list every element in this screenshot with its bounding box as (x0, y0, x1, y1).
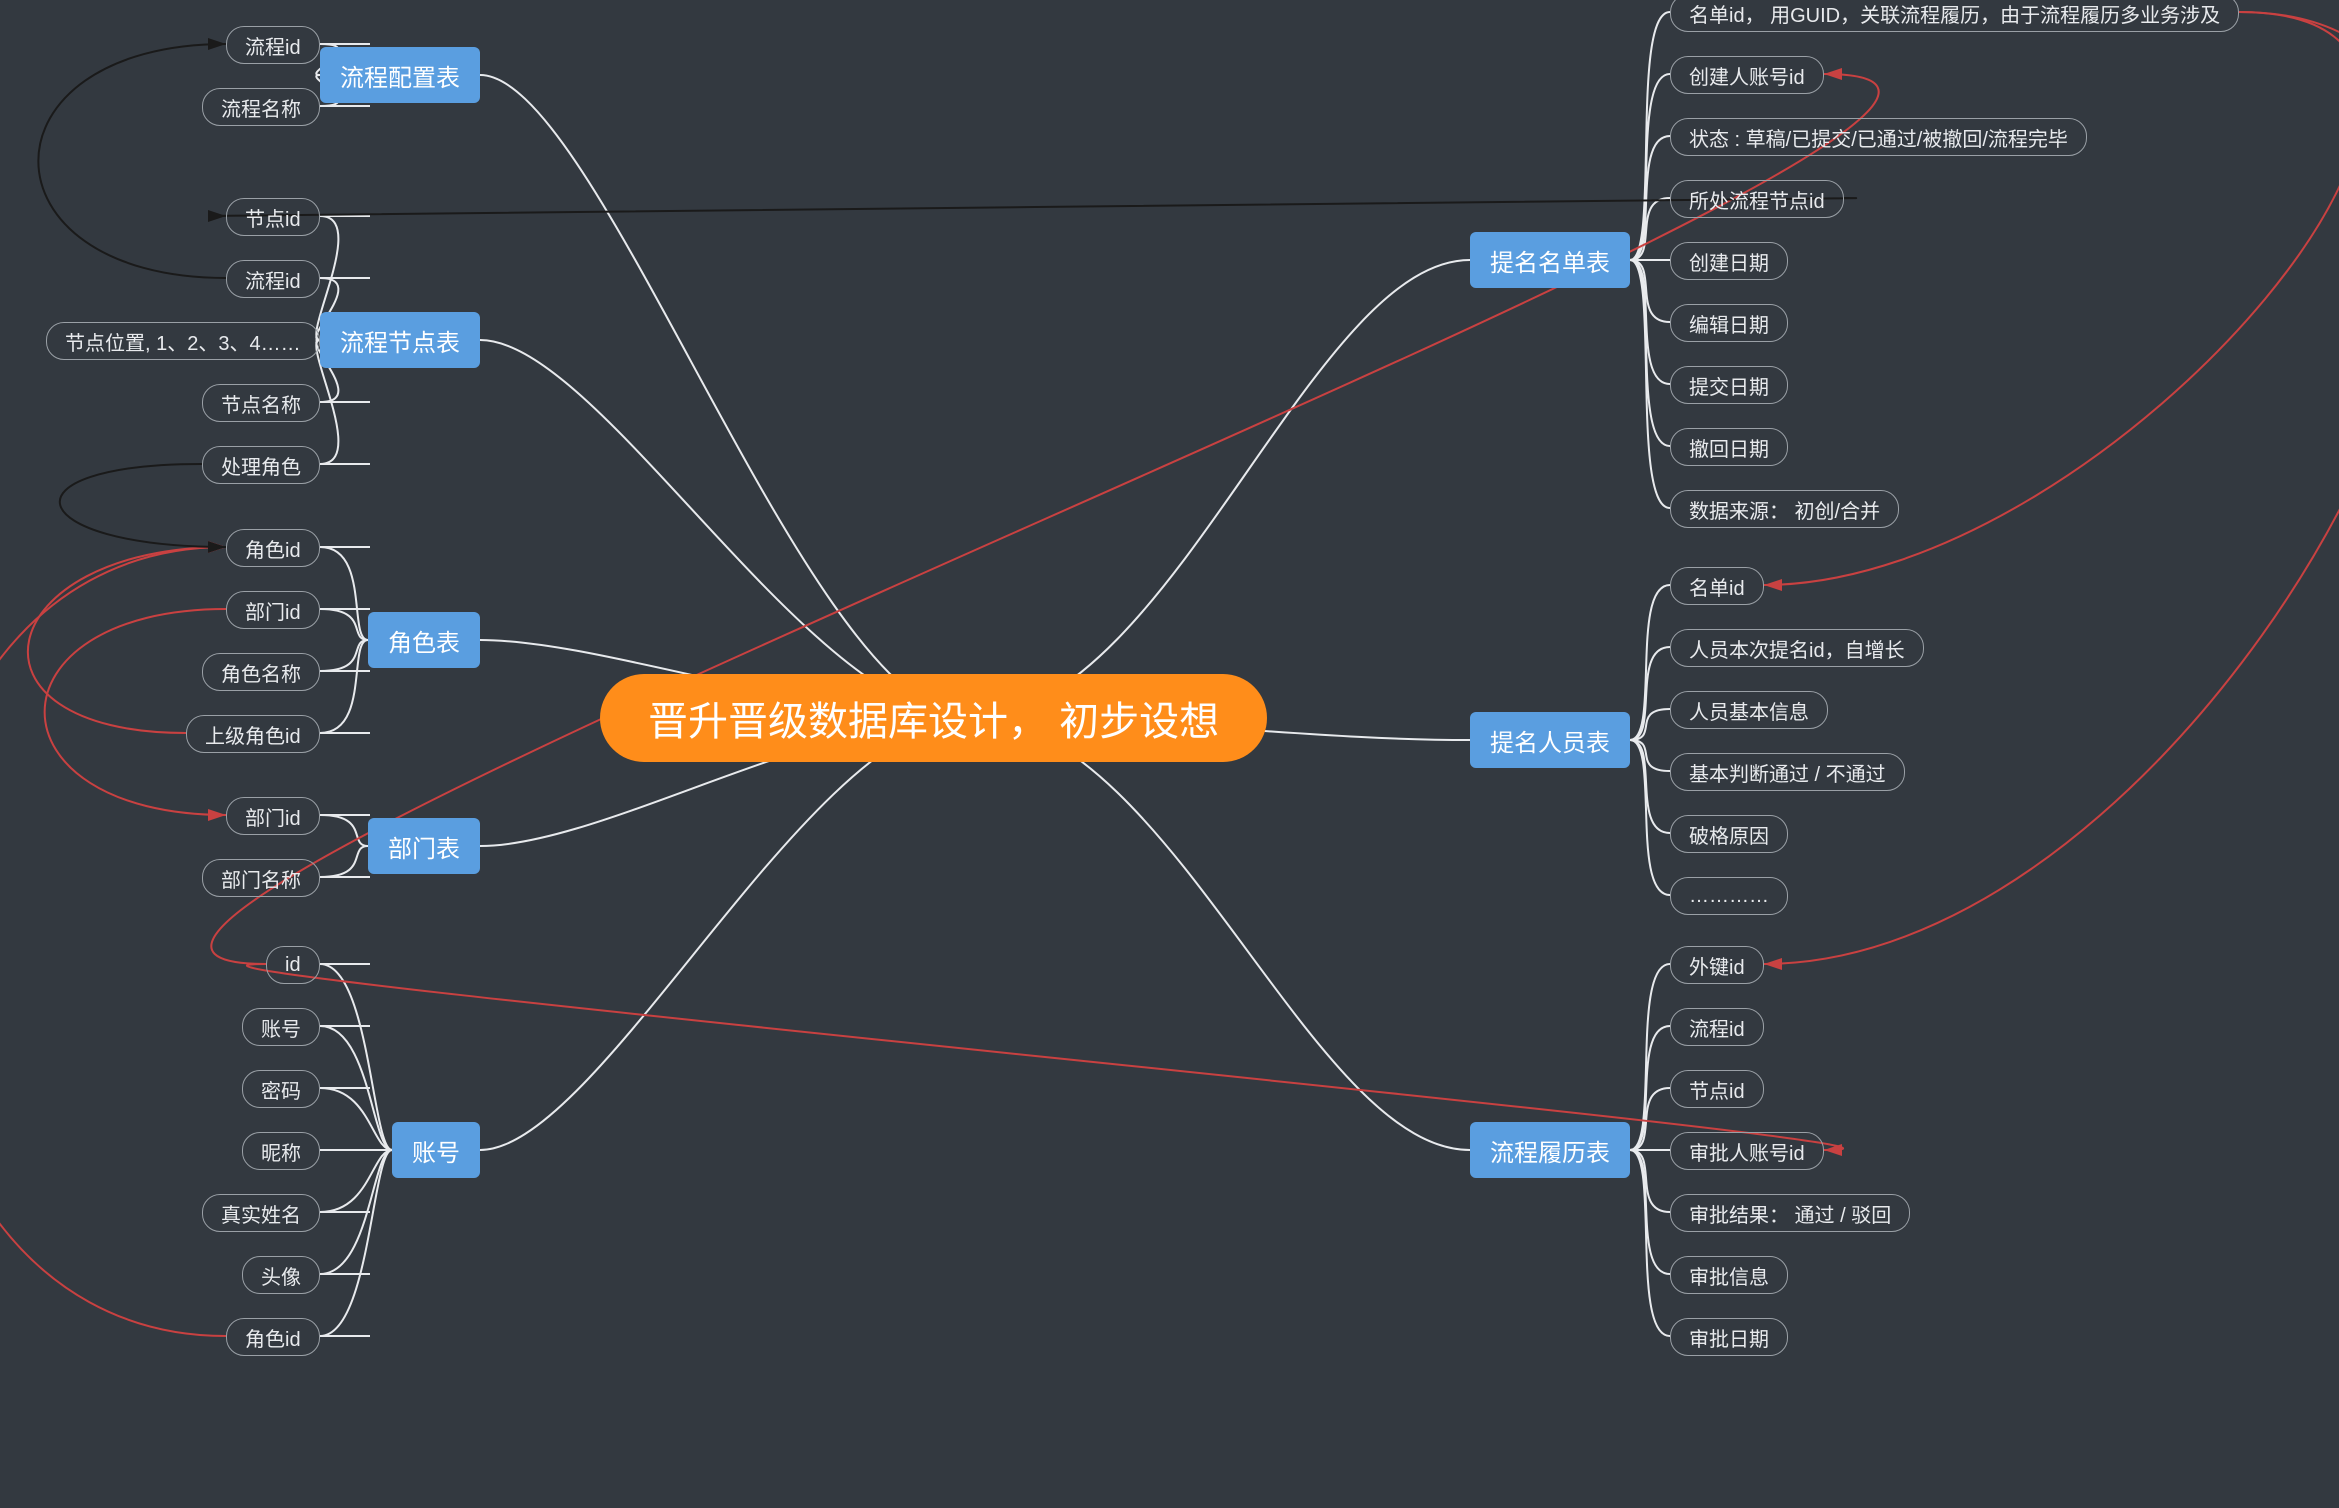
leaf-nomPerson-1[interactable]: 人员本次提名id，自增长 (1670, 629, 1924, 667)
branch-label: 提名人员表 (1490, 723, 1610, 758)
leaf-account-5[interactable]: 头像 (242, 1256, 320, 1294)
leaf-account-2[interactable]: 密码 (242, 1070, 320, 1108)
branch-dept[interactable]: 部门表 (368, 818, 480, 874)
leaf-account-0[interactable]: id (266, 946, 320, 984)
leaf-procNode-0[interactable]: 节点id (226, 198, 320, 236)
root-node[interactable]: 晋升晋级数据库设计， 初步设想 (600, 674, 1267, 762)
leaf-account-6[interactable]: 角色id (226, 1318, 320, 1356)
leaf-account-1[interactable]: 账号 (242, 1008, 320, 1046)
leaf-nomList-2[interactable]: 状态 : 草稿/已提交/已通过/被撤回/流程完毕 (1670, 118, 2087, 156)
branch-label: 流程配置表 (340, 58, 460, 93)
leaf-procHist-1[interactable]: 流程id (1670, 1008, 1764, 1046)
leaf-dept-1[interactable]: 部门名称 (202, 859, 320, 897)
leaf-nomPerson-0[interactable]: 名单id (1670, 567, 1764, 605)
leaf-procHist-6[interactable]: 审批日期 (1670, 1318, 1788, 1356)
leaf-role-0[interactable]: 角色id (226, 529, 320, 567)
leaf-nomList-0[interactable]: 名单id， 用GUID，关联流程履历，由于流程履历多业务涉及 (1670, 0, 2239, 32)
leaf-nomPerson-3[interactable]: 基本判断通过 / 不通过 (1670, 753, 1905, 791)
leaf-nomList-4[interactable]: 创建日期 (1670, 242, 1788, 280)
leaf-nomPerson-4[interactable]: 破格原因 (1670, 815, 1788, 853)
leaf-nomList-5[interactable]: 编辑日期 (1670, 304, 1788, 342)
branch-nomList[interactable]: 提名名单表 (1470, 232, 1630, 288)
branch-label: 流程节点表 (340, 323, 460, 358)
leaf-dept-0[interactable]: 部门id (226, 797, 320, 835)
branch-procCfg[interactable]: 流程配置表 (320, 47, 480, 103)
leaf-nomPerson-2[interactable]: 人员基本信息 (1670, 691, 1828, 729)
leaf-procHist-2[interactable]: 节点id (1670, 1070, 1764, 1108)
leaf-nomList-3[interactable]: 所处流程节点id (1670, 180, 1844, 218)
leaf-nomPerson-5[interactable]: ………… (1670, 877, 1788, 915)
leaf-role-1[interactable]: 部门id (226, 591, 320, 629)
leaf-role-3[interactable]: 上级角色id (186, 715, 320, 753)
leaf-procHist-5[interactable]: 审批信息 (1670, 1256, 1788, 1294)
branch-account[interactable]: 账号 (392, 1122, 480, 1178)
leaf-procNode-2[interactable]: 节点位置, 1、2、3、4…… (46, 322, 320, 360)
leaf-account-3[interactable]: 昵称 (242, 1132, 320, 1170)
leaf-nomList-7[interactable]: 撤回日期 (1670, 428, 1788, 466)
branch-label: 提名名单表 (1490, 243, 1610, 278)
leaf-nomList-8[interactable]: 数据来源： 初创/合并 (1670, 490, 1899, 528)
leaf-procHist-3[interactable]: 审批人账号id (1670, 1132, 1824, 1170)
branch-label: 流程履历表 (1490, 1133, 1610, 1168)
leaf-role-2[interactable]: 角色名称 (202, 653, 320, 691)
branch-procNode[interactable]: 流程节点表 (320, 312, 480, 368)
root-label: 晋升晋级数据库设计， 初步设想 (648, 689, 1219, 747)
leaf-procNode-3[interactable]: 节点名称 (202, 384, 320, 422)
leaf-procHist-4[interactable]: 审批结果： 通过 / 驳回 (1670, 1194, 1910, 1232)
leaf-nomList-1[interactable]: 创建人账号id (1670, 56, 1824, 94)
branch-label: 角色表 (388, 623, 460, 658)
branch-role[interactable]: 角色表 (368, 612, 480, 668)
leaf-procNode-1[interactable]: 流程id (226, 260, 320, 298)
branch-nomPerson[interactable]: 提名人员表 (1470, 712, 1630, 768)
leaf-nomList-6[interactable]: 提交日期 (1670, 366, 1788, 404)
branch-label: 部门表 (388, 829, 460, 864)
leaf-procCfg-1[interactable]: 流程名称 (202, 88, 320, 126)
branch-label: 账号 (412, 1133, 460, 1168)
leaf-procCfg-0[interactable]: 流程id (226, 26, 320, 64)
mindmap-canvas[interactable]: { "root": { "label": "晋升晋级数据库设计， 初步设想" }… (0, 0, 2339, 1508)
branch-procHist[interactable]: 流程履历表 (1470, 1122, 1630, 1178)
leaf-procHist-0[interactable]: 外键id (1670, 946, 1764, 984)
leaf-account-4[interactable]: 真实姓名 (202, 1194, 320, 1232)
leaf-procNode-4[interactable]: 处理角色 (202, 446, 320, 484)
